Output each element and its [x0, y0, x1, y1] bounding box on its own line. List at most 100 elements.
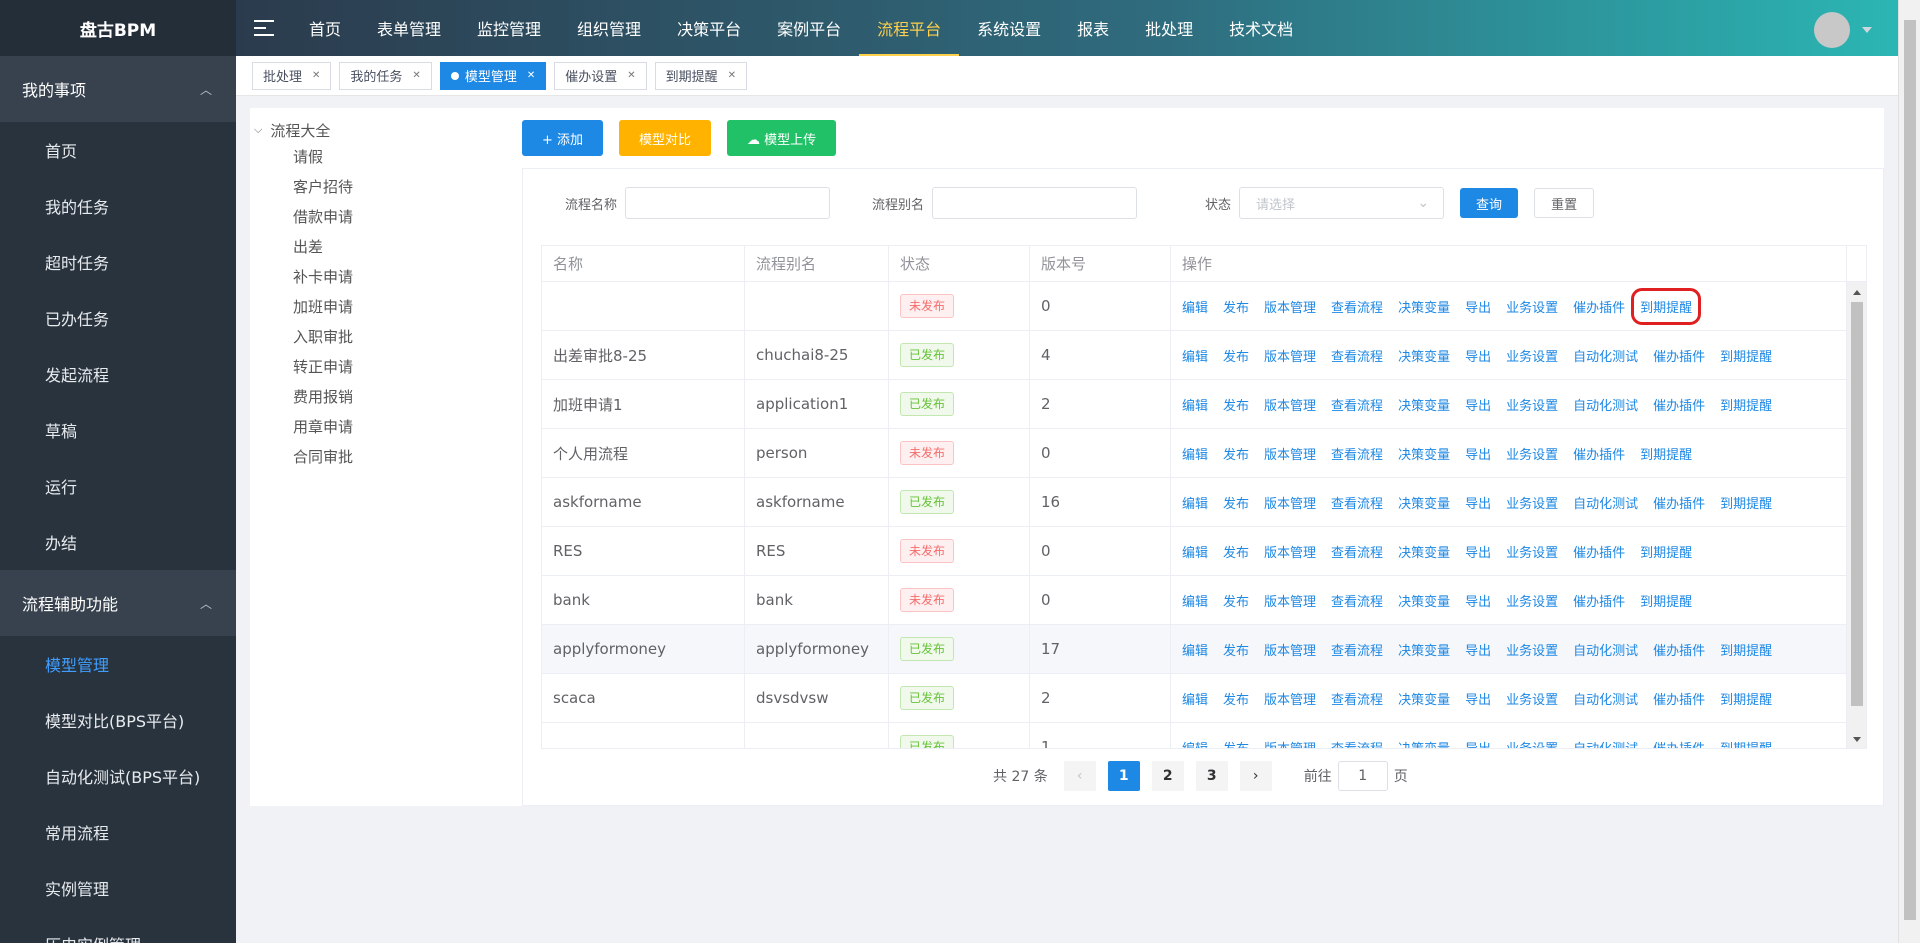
tree-node[interactable]: 合同审批 — [250, 442, 510, 472]
op-link[interactable]: 导出 — [1465, 542, 1491, 561]
op-link[interactable]: 决策变量 — [1398, 395, 1450, 414]
nav-item[interactable]: 首页 — [291, 0, 359, 56]
op-link[interactable]: 发布 — [1223, 493, 1249, 512]
sidebar-item[interactable]: 草稿 — [0, 402, 236, 458]
tab[interactable]: 模型管理 ✕ — [439, 61, 547, 90]
page-button[interactable]: 2 — [1151, 761, 1184, 791]
process-alias-input[interactable] — [932, 187, 1138, 219]
sidebar-item[interactable]: 运行 — [0, 458, 236, 514]
op-link[interactable]: 到期提醒 — [1631, 287, 1702, 325]
op-link[interactable]: 决策变量 — [1398, 493, 1450, 512]
op-link[interactable]: 版本管理 — [1264, 297, 1316, 316]
close-icon[interactable]: ✕ — [627, 70, 635, 81]
op-link[interactable]: 导出 — [1465, 591, 1491, 610]
op-link[interactable]: 发布 — [1223, 689, 1249, 708]
table-scrollbar[interactable] — [1846, 282, 1866, 748]
tree-node[interactable]: 加班申请 — [250, 292, 510, 322]
tree-node[interactable]: 转正申请 — [250, 352, 510, 382]
op-link[interactable]: 到期提醒 — [1720, 493, 1772, 512]
page-button[interactable]: 1 — [1107, 761, 1140, 791]
op-link[interactable]: 查看流程 — [1331, 297, 1383, 316]
tree-node[interactable]: 借款申请 — [250, 202, 510, 232]
op-link[interactable]: 编辑 — [1182, 395, 1208, 414]
op-link[interactable]: 发布 — [1223, 346, 1249, 365]
op-link[interactable]: 导出 — [1465, 689, 1491, 708]
page-scroll-thumb[interactable] — [1904, 20, 1916, 920]
op-link[interactable]: 编辑 — [1182, 297, 1208, 316]
op-link[interactable]: 自动化测试 — [1573, 346, 1638, 365]
sidebar-item[interactable]: 已办任务 — [0, 290, 236, 346]
op-link[interactable]: 发布 — [1223, 444, 1249, 463]
op-link[interactable]: 催办插件 — [1653, 493, 1705, 512]
sidebar-item[interactable]: 历史实例管理 — [0, 916, 236, 943]
op-link[interactable]: 发布 — [1223, 297, 1249, 316]
close-icon[interactable]: ✕ — [728, 70, 736, 81]
op-link[interactable]: 业务设置 — [1506, 444, 1558, 463]
tab[interactable]: 批处理 ✕ — [252, 61, 332, 90]
op-link[interactable]: 业务设置 — [1506, 297, 1558, 316]
op-link[interactable]: 查看流程 — [1331, 395, 1383, 414]
op-link[interactable]: 导出 — [1465, 640, 1491, 659]
model-upload-button[interactable]: ☁ 模型上传 — [727, 120, 837, 156]
op-link[interactable]: 版本管理 — [1264, 542, 1316, 561]
op-link[interactable]: 决策变量 — [1398, 640, 1450, 659]
sidebar-item[interactable]: 发起流程 — [0, 346, 236, 402]
op-link[interactable]: 到期提醒 — [1640, 591, 1692, 610]
op-link[interactable]: 编辑 — [1182, 640, 1208, 659]
op-link[interactable]: 决策变量 — [1398, 689, 1450, 708]
op-link[interactable]: 催办插件 — [1653, 346, 1705, 365]
op-link[interactable]: 编辑 — [1182, 689, 1208, 708]
page-button[interactable]: 3 — [1195, 761, 1228, 791]
tree-root[interactable]: ⌵ 流程大全 — [250, 118, 510, 142]
op-link[interactable]: 催办插件 — [1653, 689, 1705, 708]
op-link[interactable]: 编辑 — [1182, 591, 1208, 610]
add-button[interactable]: + 添加 — [522, 120, 604, 156]
op-link[interactable]: 导出 — [1465, 738, 1491, 749]
op-link[interactable]: 导出 — [1465, 493, 1491, 512]
op-link[interactable]: 催办插件 — [1573, 444, 1625, 463]
op-link[interactable]: 查看流程 — [1331, 689, 1383, 708]
close-icon[interactable]: ✕ — [312, 70, 320, 81]
op-link[interactable]: 版本管理 — [1264, 591, 1316, 610]
tab[interactable]: 我的任务 ✕ — [339, 61, 432, 90]
op-link[interactable]: 到期提醒 — [1720, 640, 1772, 659]
query-button[interactable]: 查询 — [1460, 188, 1519, 218]
op-link[interactable]: 到期提醒 — [1720, 395, 1772, 414]
op-link[interactable]: 发布 — [1223, 395, 1249, 414]
nav-item[interactable]: 报表 — [1059, 0, 1127, 56]
op-link[interactable]: 催办插件 — [1653, 395, 1705, 414]
op-link[interactable]: 编辑 — [1182, 542, 1208, 561]
op-link[interactable]: 查看流程 — [1331, 640, 1383, 659]
op-link[interactable]: 导出 — [1465, 346, 1491, 365]
sidebar-item[interactable]: 模型管理 — [0, 636, 236, 692]
prev-page-button[interactable]: ‹ — [1063, 761, 1096, 791]
op-link[interactable]: 到期提醒 — [1720, 346, 1772, 365]
op-link[interactable]: 版本管理 — [1264, 738, 1316, 749]
op-link[interactable]: 决策变量 — [1398, 444, 1450, 463]
op-link[interactable]: 业务设置 — [1506, 640, 1558, 659]
op-link[interactable]: 决策变量 — [1398, 346, 1450, 365]
nav-item[interactable]: 表单管理 — [359, 0, 459, 56]
op-link[interactable]: 编辑 — [1182, 493, 1208, 512]
op-link[interactable]: 催办插件 — [1573, 542, 1625, 561]
nav-item[interactable]: 组织管理 — [559, 0, 659, 56]
op-link[interactable]: 编辑 — [1182, 738, 1208, 749]
op-link[interactable]: 到期提醒 — [1640, 542, 1692, 561]
op-link[interactable]: 版本管理 — [1264, 444, 1316, 463]
chevron-up-icon[interactable]: ︿ — [200, 595, 212, 612]
nav-item[interactable]: 技术文档 — [1211, 0, 1311, 56]
op-link[interactable]: 发布 — [1223, 542, 1249, 561]
op-link[interactable]: 查看流程 — [1331, 591, 1383, 610]
status-select[interactable]: 请选择 ⌄ — [1239, 187, 1445, 219]
op-link[interactable]: 自动化测试 — [1573, 395, 1638, 414]
op-link[interactable]: 业务设置 — [1506, 738, 1558, 749]
op-link[interactable]: 到期提醒 — [1720, 689, 1772, 708]
op-link[interactable]: 查看流程 — [1331, 542, 1383, 561]
op-link[interactable]: 自动化测试 — [1573, 493, 1638, 512]
op-link[interactable]: 发布 — [1223, 640, 1249, 659]
op-link[interactable]: 业务设置 — [1506, 542, 1558, 561]
tab[interactable]: 催办设置 ✕ — [554, 61, 647, 90]
scroll-thumb[interactable] — [1851, 302, 1863, 706]
caret-down-icon[interactable] — [1862, 27, 1872, 33]
op-link[interactable]: 导出 — [1465, 444, 1491, 463]
